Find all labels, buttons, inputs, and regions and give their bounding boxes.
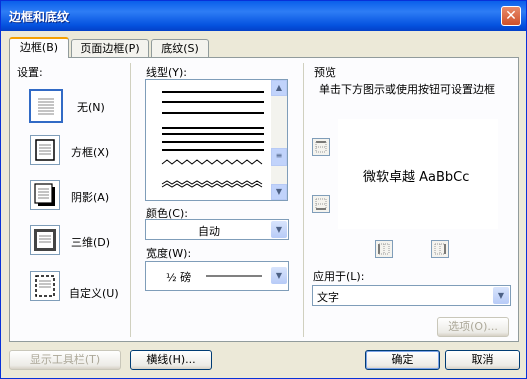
cancel-button[interactable]: 取消 xyxy=(445,350,520,370)
page-lines-icon xyxy=(38,98,54,115)
scroll-thumb[interactable]: ≡ xyxy=(271,148,287,166)
chevron-down-icon[interactable]: ▼ xyxy=(493,287,509,304)
shadow-page-icon xyxy=(34,183,55,206)
width-sample-line xyxy=(206,275,262,277)
setting-box-icon[interactable] xyxy=(30,135,60,165)
horizontal-line-button[interactable]: 横线(H)... xyxy=(130,350,212,370)
right-border-button[interactable] xyxy=(431,240,449,258)
scroll-down-icon[interactable]: ▼ xyxy=(271,184,287,200)
scroll-up-icon[interactable]: ▲ xyxy=(271,80,287,96)
3d-page-icon xyxy=(34,229,56,251)
settings-heading: 设置: xyxy=(17,66,43,79)
color-value: 自动 xyxy=(198,225,220,238)
setting-custom-icon[interactable] xyxy=(30,271,60,301)
setting-shadow-icon[interactable] xyxy=(30,180,60,210)
setting-3d-label[interactable]: 三维(D) xyxy=(71,234,110,250)
setting-none-icon[interactable] xyxy=(29,89,63,123)
setting-custom-label[interactable]: 自定义(U) xyxy=(69,285,119,301)
left-border-button[interactable] xyxy=(375,240,393,258)
width-value: ½ 磅 xyxy=(166,271,192,284)
apply-to-label: 应用于(L): xyxy=(313,270,365,283)
tab-shading[interactable]: 底纹(S) xyxy=(151,39,209,58)
setting-shadow-label[interactable]: 阴影(A) xyxy=(71,189,109,205)
title-bar[interactable]: 边框和底纹 ✕ xyxy=(1,1,526,31)
line-style-samples xyxy=(161,91,264,188)
bottom-border-button[interactable] xyxy=(312,195,330,213)
box-page-icon xyxy=(35,139,55,161)
top-border-button[interactable] xyxy=(312,138,330,156)
window-title: 边框和底纹 xyxy=(9,10,70,24)
preview-hint: 单击下方图示或使用按钮可设置边框 xyxy=(319,83,495,96)
color-select[interactable]: 自动 ▼ xyxy=(145,219,289,240)
tab-page-border[interactable]: 页面边框(P) xyxy=(71,39,149,58)
chevron-down-icon[interactable]: ▼ xyxy=(271,267,287,284)
ok-button[interactable]: 确定 xyxy=(365,350,440,370)
preview-area[interactable]: 微软卓越 AaBbCc xyxy=(338,119,498,229)
options-button[interactable]: 选项(O)... xyxy=(437,317,509,337)
borders-and-shading-dialog: 边框和底纹 ✕ 边框(B) 页面边框(P) 底纹(S) 设置: 无(N) 方框(… xyxy=(0,0,527,379)
line-style-heading: 线型(Y): xyxy=(146,66,188,79)
show-toolbar-button[interactable]: 显示工具栏(T) xyxy=(9,350,121,370)
border-right-icon xyxy=(434,243,446,255)
border-left-icon xyxy=(378,243,390,255)
border-bottom-icon xyxy=(315,198,327,210)
width-label: 宽度(W): xyxy=(146,247,192,260)
apply-to-value: 文字 xyxy=(317,291,339,304)
preview-sample-text: 微软卓越 AaBbCc xyxy=(363,170,470,185)
width-select[interactable]: ½ 磅 ▼ xyxy=(145,261,289,291)
custom-page-icon xyxy=(35,275,55,297)
apply-to-select[interactable]: 文字 ▼ xyxy=(312,285,511,306)
setting-box-label[interactable]: 方框(X) xyxy=(71,144,109,160)
setting-none-label[interactable]: 无(N) xyxy=(77,99,105,115)
border-top-icon xyxy=(315,141,327,153)
line-style-list[interactable]: ▲ ≡ ▼ xyxy=(145,79,288,201)
divider xyxy=(303,63,304,337)
preview-heading: 预览 xyxy=(314,66,336,79)
tab-borders[interactable]: 边框(B) xyxy=(9,37,69,58)
chevron-down-icon[interactable]: ▼ xyxy=(271,221,287,238)
close-button[interactable]: ✕ xyxy=(501,6,521,26)
setting-3d-icon[interactable] xyxy=(30,225,60,255)
line-style-scrollbar[interactable]: ▲ ≡ ▼ xyxy=(271,80,287,200)
divider xyxy=(130,63,131,337)
